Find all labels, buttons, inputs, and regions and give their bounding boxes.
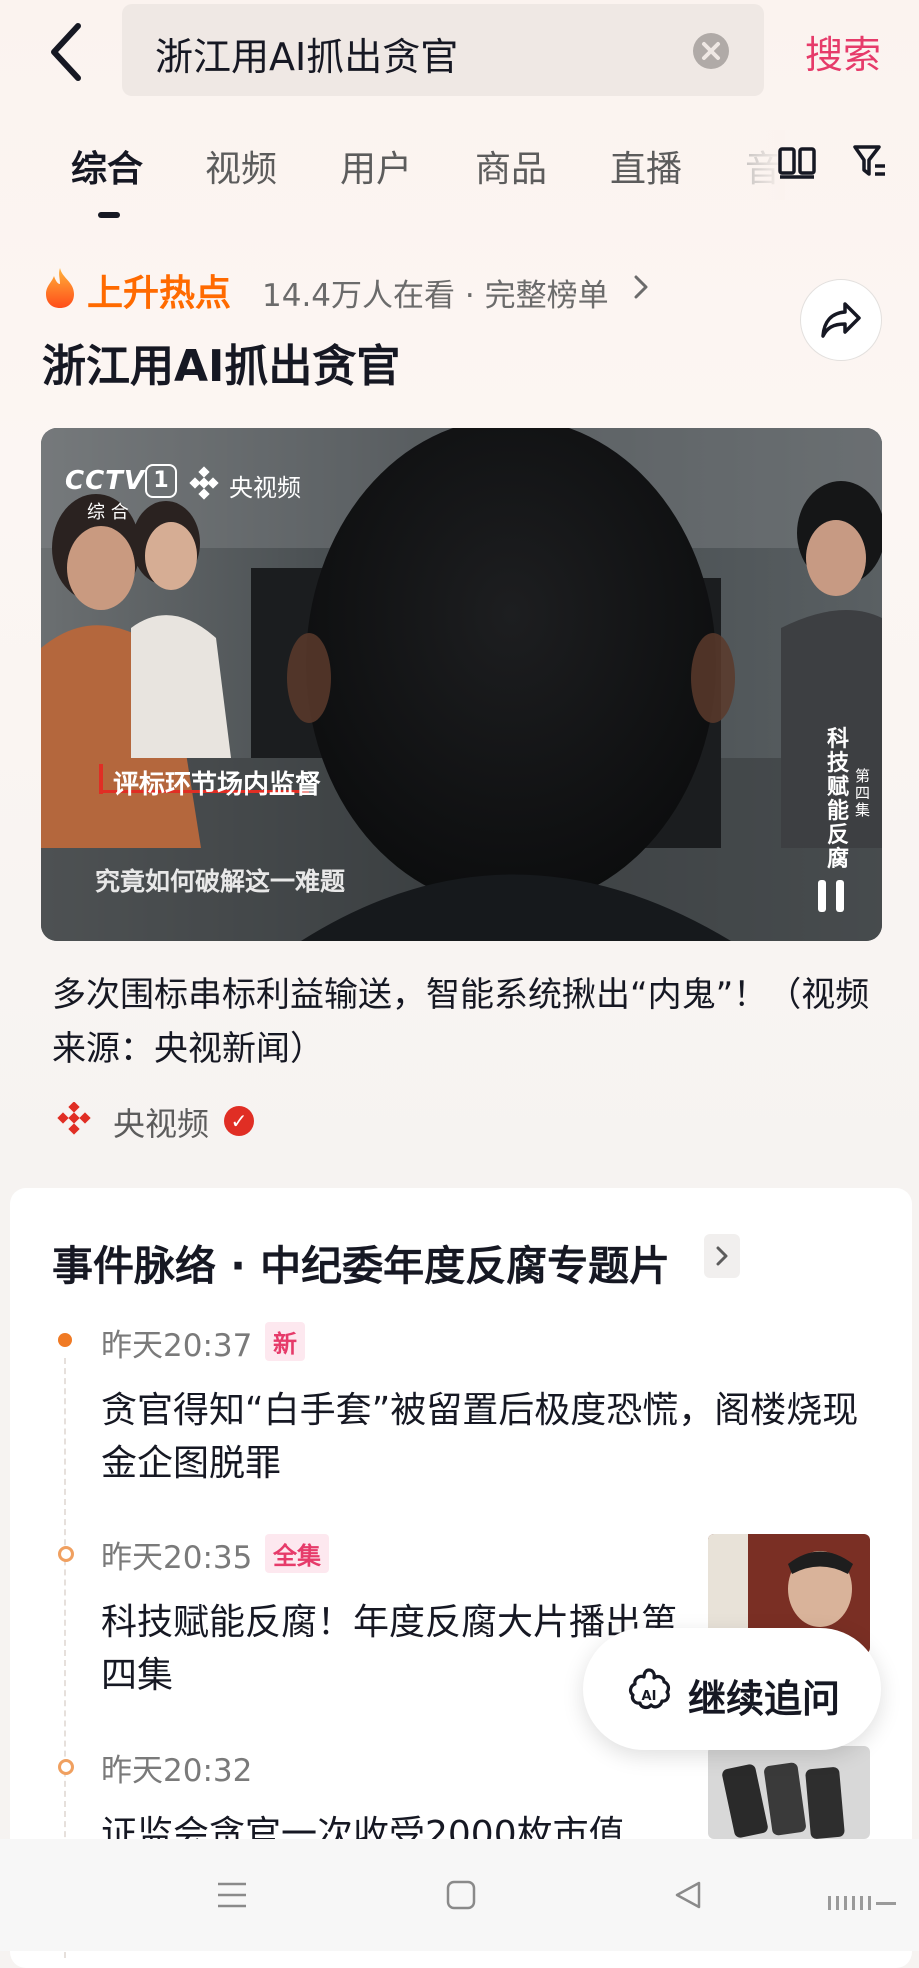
video-platform-label: 央视频 bbox=[229, 474, 301, 502]
timeline-time: 昨天20:32 bbox=[101, 1753, 253, 1789]
tab-live[interactable]: 直播 bbox=[610, 140, 682, 192]
video-subtitle-tag: 评标环节场内监督 bbox=[113, 770, 322, 800]
chevron-right-icon[interactable] bbox=[631, 274, 651, 300]
video-player[interactable]: CCTV 1 综 合 央视频 评标环节场内监督 究竟如何破解这一难题 科技赋能反… bbox=[41, 428, 882, 941]
video-side-episode: 第四集 bbox=[855, 767, 871, 819]
timeline-item-text[interactable]: 证监会贪官一次收受2000枚市值 bbox=[101, 1808, 681, 1839]
cctv-logo: CCTV bbox=[65, 466, 146, 496]
timeline-dot bbox=[58, 1333, 72, 1347]
clear-search-icon[interactable] bbox=[693, 33, 729, 69]
follow-up-label[interactable]: 继续追问 bbox=[688, 1668, 840, 1723]
tab-video[interactable]: 视频 bbox=[205, 140, 277, 192]
svg-text:AI: AI bbox=[642, 1689, 657, 1704]
timeline-item-text[interactable]: 贪官得知“白手套”被留置后极度恐慌，阁楼烧现金企图脱罪 bbox=[101, 1384, 871, 1490]
filter-icon[interactable] bbox=[853, 144, 887, 180]
video-description[interactable]: 多次围标串标利益输送，智能系统揪出“内鬼”！（视频来源：央视新闻） bbox=[52, 968, 882, 1076]
hot-meta[interactable]: 14.4万人在看 · 完整榜单 bbox=[262, 270, 609, 315]
search-button[interactable]: 搜索 bbox=[805, 24, 881, 79]
share-button[interactable] bbox=[800, 279, 882, 361]
tab-active-indicator bbox=[98, 212, 120, 218]
page-title: 浙江用AI抓出贪官 bbox=[42, 341, 401, 392]
back-triangle-icon[interactable] bbox=[673, 1880, 703, 1910]
ai-assistant-icon: AI bbox=[628, 1668, 671, 1710]
full-series-badge: 全集 bbox=[265, 1534, 329, 1573]
cctv-channel-sub: 综 合 bbox=[87, 502, 129, 523]
keyboard-icon[interactable] bbox=[828, 1894, 898, 1912]
share-icon bbox=[821, 302, 861, 338]
timeline-more-button[interactable] bbox=[704, 1234, 740, 1278]
timeline-dot bbox=[58, 1546, 74, 1562]
video-caption: 究竟如何破解这一难题 bbox=[95, 867, 346, 896]
new-badge: 新 bbox=[265, 1322, 305, 1361]
timeline-title[interactable]: 事件脉络 · 中纪委年度反腐专题片 bbox=[52, 1232, 670, 1292]
source-logo-icon bbox=[57, 1102, 91, 1135]
video-side-title: 科技赋能反腐 bbox=[827, 727, 850, 872]
back-arrow-icon[interactable] bbox=[48, 20, 88, 84]
hot-label: 上升热点 bbox=[87, 273, 232, 314]
timeline-dot bbox=[58, 1759, 74, 1775]
chevron-right-icon bbox=[716, 1246, 728, 1266]
timeline-thumbnail[interactable] bbox=[708, 1746, 870, 1839]
home-icon[interactable] bbox=[446, 1880, 476, 1910]
flame-icon bbox=[46, 268, 74, 308]
pause-icon[interactable] bbox=[815, 878, 847, 914]
tab-products[interactable]: 商品 bbox=[475, 140, 547, 192]
tab-comprehensive[interactable]: 综合 bbox=[71, 140, 143, 192]
source-name[interactable]: 央视频 bbox=[113, 1099, 209, 1145]
search-query-text[interactable]: 浙江用AI抓出贪官 bbox=[155, 26, 458, 81]
timeline-time: 昨天20:35 bbox=[101, 1540, 253, 1576]
timeline-time: 昨天20:37 bbox=[101, 1328, 253, 1364]
thumbnail-image bbox=[708, 1746, 870, 1839]
cctv-channel-number: 1 bbox=[145, 464, 177, 498]
tab-users[interactable]: 用户 bbox=[340, 140, 412, 192]
layout-toggle-icon[interactable] bbox=[778, 146, 816, 180]
yangshipin-logo-icon bbox=[189, 466, 219, 500]
verified-badge-icon: ✓ bbox=[224, 1106, 254, 1136]
menu-icon[interactable] bbox=[216, 1880, 248, 1910]
